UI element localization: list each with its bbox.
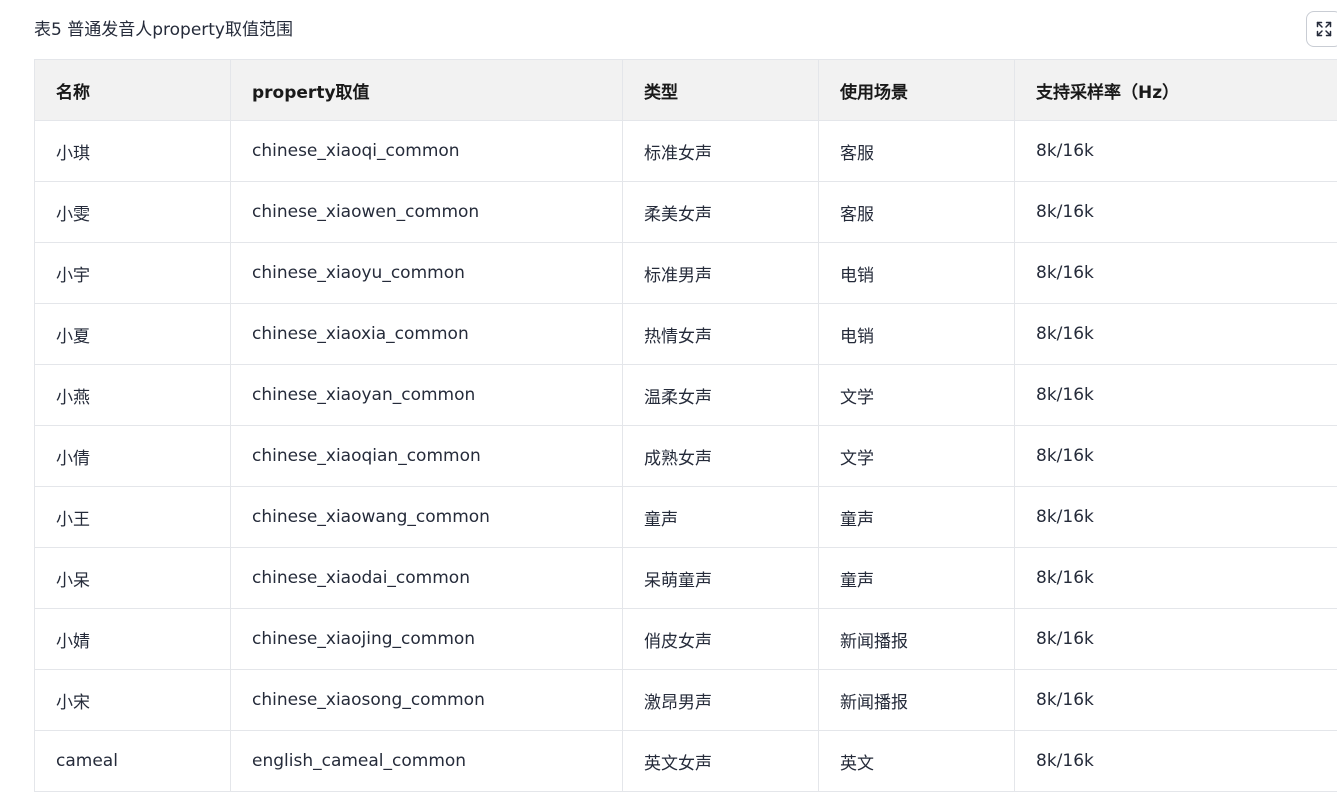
cell-name: 小王	[34, 486, 231, 548]
cell-type: 标准男声	[622, 242, 819, 304]
cell-name: 小宋	[34, 669, 231, 731]
cell-name: 小倩	[34, 425, 231, 487]
header-property: property取值	[230, 59, 623, 121]
cell-scenario: 新闻播报	[818, 608, 1015, 670]
cell-property: chinese_xiaoxia_common	[230, 303, 623, 365]
cell-sample-rate: 8k/16k	[1014, 730, 1337, 792]
cell-name: 小琪	[34, 120, 231, 182]
cell-type: 呆萌童声	[622, 547, 819, 609]
expand-icon	[1316, 21, 1332, 37]
cell-scenario: 童声	[818, 547, 1015, 609]
cell-sample-rate: 8k/16k	[1014, 486, 1337, 548]
cell-type: 激昂男声	[622, 669, 819, 731]
cell-name: 小婧	[34, 608, 231, 670]
cell-property: chinese_xiaosong_common	[230, 669, 623, 731]
cell-type: 英文女声	[622, 730, 819, 792]
cell-type: 成熟女声	[622, 425, 819, 487]
property-table: 名称 property取值 类型 使用场景 支持采样率（Hz） 小琪 chine…	[34, 59, 1337, 792]
cell-name: 小燕	[34, 364, 231, 426]
cell-property: chinese_xiaojing_common	[230, 608, 623, 670]
cell-scenario: 客服	[818, 181, 1015, 243]
cell-scenario: 电销	[818, 242, 1015, 304]
cell-sample-rate: 8k/16k	[1014, 303, 1337, 365]
table-row: 小宇 chinese_xiaoyu_common 标准男声 电销 8k/16k	[34, 242, 1337, 304]
cell-name: cameal	[34, 730, 231, 792]
table-row: 小呆 chinese_xiaodai_common 呆萌童声 童声 8k/16k	[34, 547, 1337, 609]
cell-property: chinese_xiaoqi_common	[230, 120, 623, 182]
cell-property: chinese_xiaoyu_common	[230, 242, 623, 304]
cell-sample-rate: 8k/16k	[1014, 669, 1337, 731]
table-row: 小王 chinese_xiaowang_common 童声 童声 8k/16k	[34, 486, 1337, 548]
cell-scenario: 新闻播报	[818, 669, 1015, 731]
cell-scenario: 文学	[818, 364, 1015, 426]
page: 表5 普通发音人property取值范围 名称 property取值 类型 使用…	[0, 0, 1337, 800]
table-row: 小夏 chinese_xiaoxia_common 热情女声 电销 8k/16k	[34, 303, 1337, 365]
cell-sample-rate: 8k/16k	[1014, 364, 1337, 426]
table-row: cameal english_cameal_common 英文女声 英文 8k/…	[34, 730, 1337, 792]
table-row: 小倩 chinese_xiaoqian_common 成熟女声 文学 8k/16…	[34, 425, 1337, 487]
cell-type: 标准女声	[622, 120, 819, 182]
cell-name: 小呆	[34, 547, 231, 609]
cell-type: 童声	[622, 486, 819, 548]
cell-sample-rate: 8k/16k	[1014, 425, 1337, 487]
table-row: 小雯 chinese_xiaowen_common 柔美女声 客服 8k/16k	[34, 181, 1337, 243]
header-type: 类型	[622, 59, 819, 121]
cell-sample-rate: 8k/16k	[1014, 181, 1337, 243]
cell-scenario: 英文	[818, 730, 1015, 792]
cell-sample-rate: 8k/16k	[1014, 608, 1337, 670]
cell-property: chinese_xiaodai_common	[230, 547, 623, 609]
cell-property: chinese_xiaowang_common	[230, 486, 623, 548]
cell-name: 小夏	[34, 303, 231, 365]
cell-type: 温柔女声	[622, 364, 819, 426]
cell-scenario: 童声	[818, 486, 1015, 548]
table-header-row: 名称 property取值 类型 使用场景 支持采样率（Hz）	[34, 59, 1337, 121]
cell-scenario: 客服	[818, 120, 1015, 182]
header-scenario: 使用场景	[818, 59, 1015, 121]
table-row: 小婧 chinese_xiaojing_common 俏皮女声 新闻播报 8k/…	[34, 608, 1337, 670]
cell-type: 俏皮女声	[622, 608, 819, 670]
table-caption: 表5 普通发音人property取值范围	[34, 20, 293, 40]
table-row: 小燕 chinese_xiaoyan_common 温柔女声 文学 8k/16k	[34, 364, 1337, 426]
cell-property: chinese_xiaoyan_common	[230, 364, 623, 426]
cell-property: chinese_xiaowen_common	[230, 181, 623, 243]
cell-scenario: 电销	[818, 303, 1015, 365]
cell-sample-rate: 8k/16k	[1014, 547, 1337, 609]
cell-type: 柔美女声	[622, 181, 819, 243]
expand-table-button[interactable]	[1306, 11, 1337, 47]
cell-type: 热情女声	[622, 303, 819, 365]
header-sample-rate: 支持采样率（Hz）	[1014, 59, 1337, 121]
table-row: 小琪 chinese_xiaoqi_common 标准女声 客服 8k/16k	[34, 120, 1337, 182]
cell-property: chinese_xiaoqian_common	[230, 425, 623, 487]
cell-property: english_cameal_common	[230, 730, 623, 792]
header-name: 名称	[34, 59, 231, 121]
cell-name: 小雯	[34, 181, 231, 243]
cell-scenario: 文学	[818, 425, 1015, 487]
cell-sample-rate: 8k/16k	[1014, 120, 1337, 182]
table-row: 小宋 chinese_xiaosong_common 激昂男声 新闻播报 8k/…	[34, 669, 1337, 731]
cell-sample-rate: 8k/16k	[1014, 242, 1337, 304]
cell-name: 小宇	[34, 242, 231, 304]
